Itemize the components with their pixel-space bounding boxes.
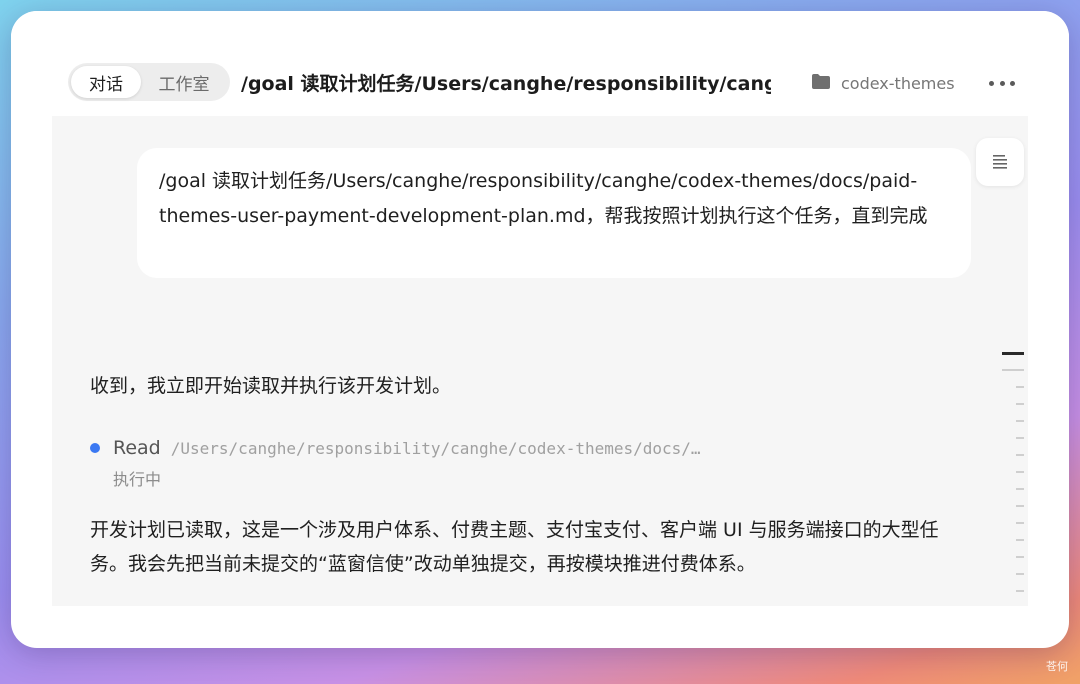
minimap-marker[interactable] bbox=[1016, 505, 1024, 507]
minimap-marker[interactable] bbox=[1016, 488, 1024, 490]
minimap-marker[interactable] bbox=[1016, 539, 1024, 541]
scroll-minimap[interactable] bbox=[1000, 340, 1026, 600]
tab-studio[interactable]: 工作室 bbox=[141, 66, 227, 98]
user-message-bubble: /goal 读取计划任务/Users/canghe/responsibility… bbox=[137, 148, 971, 278]
minimap-marker[interactable] bbox=[1016, 471, 1024, 473]
watermark: 苍何 bbox=[1046, 660, 1068, 673]
minimap-marker[interactable] bbox=[1016, 590, 1024, 592]
mode-switcher: 对话 工作室 bbox=[68, 63, 230, 101]
assistant-message: 开发计划已读取，这是一个涉及用户体系、付费主题、支付宝支付、客户端 UI 与服务… bbox=[90, 519, 939, 575]
folder-icon bbox=[811, 73, 831, 94]
minimap-marker[interactable] bbox=[1016, 573, 1024, 575]
tool-path: /Users/canghe/responsibility/canghe/code… bbox=[170, 438, 701, 458]
more-horizontal-icon[interactable] bbox=[989, 71, 1015, 95]
app-window: 对话 工作室 /goal 读取计划任务/Users/canghe/respons… bbox=[11, 11, 1069, 648]
tool-name: Read bbox=[113, 437, 161, 459]
minimap-marker[interactable] bbox=[1016, 556, 1024, 558]
minimap-marker-active[interactable] bbox=[1002, 352, 1024, 355]
tool-status: 执行中 bbox=[113, 470, 162, 489]
top-bar: 对话 工作室 /goal 读取计划任务/Users/canghe/respons… bbox=[11, 11, 1069, 116]
minimap-marker[interactable] bbox=[1002, 369, 1024, 371]
minimap-marker[interactable] bbox=[1016, 386, 1024, 388]
minimap-marker[interactable] bbox=[1016, 454, 1024, 456]
conversation-pane: /goal 读取计划任务/Users/canghe/responsibility… bbox=[52, 116, 1028, 606]
outline-list-icon[interactable] bbox=[976, 138, 1024, 186]
running-status-dot bbox=[90, 443, 100, 453]
minimap-marker[interactable] bbox=[1016, 403, 1024, 405]
project-selector[interactable]: codex-themes bbox=[811, 71, 955, 95]
minimap-marker[interactable] bbox=[1016, 420, 1024, 422]
minimap-marker[interactable] bbox=[1016, 437, 1024, 439]
tool-call-read[interactable]: Read /Users/canghe/responsibility/canghe… bbox=[90, 434, 790, 490]
thread-title: /goal 读取计划任务/Users/canghe/responsibility… bbox=[241, 73, 771, 95]
minimap-marker[interactable] bbox=[1016, 522, 1024, 524]
user-message-text: /goal 读取计划任务/Users/canghe/responsibility… bbox=[159, 170, 928, 227]
tab-chat[interactable]: 对话 bbox=[71, 66, 141, 98]
assistant-message: 收到，我立即开始读取并执行该开发计划。 bbox=[90, 375, 452, 397]
project-name: codex-themes bbox=[841, 73, 955, 93]
